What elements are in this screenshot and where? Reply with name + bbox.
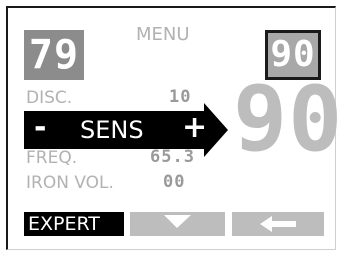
freq-label[interactable]: FREQ. — [26, 148, 77, 168]
disc-label[interactable]: DISC. — [26, 88, 72, 108]
sens-minus-button[interactable]: - — [34, 108, 46, 148]
expert-label: EXPERT — [28, 213, 100, 235]
sens-plus-button[interactable]: + — [182, 108, 207, 148]
sens-label: SENS — [80, 116, 144, 144]
left-value-display: 79 — [24, 30, 84, 80]
left-value: 79 — [28, 32, 80, 78]
disc-value: 10 — [169, 87, 192, 107]
expert-button[interactable]: EXPERT — [24, 212, 124, 236]
freq-value: 65.3 — [150, 147, 195, 167]
main-value-display: 90 — [233, 67, 341, 172]
menu-title: MENU — [136, 24, 190, 45]
chevron-down-icon — [164, 215, 191, 228]
back-button[interactable] — [232, 212, 324, 236]
down-button[interactable] — [130, 212, 225, 236]
sens-arrow-icon — [204, 103, 228, 157]
iron-vol-label[interactable]: IRON VOL. — [26, 173, 114, 193]
back-arrow-icon — [260, 216, 296, 232]
iron-vol-value: 00 — [163, 172, 186, 192]
